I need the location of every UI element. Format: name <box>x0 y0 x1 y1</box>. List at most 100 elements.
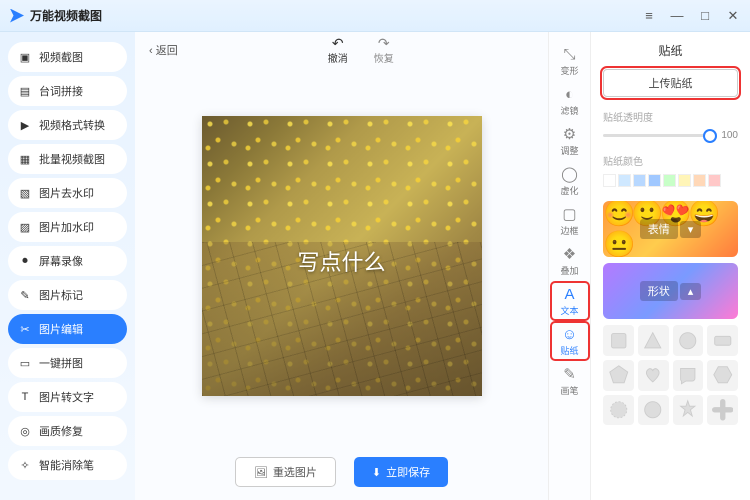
back-button[interactable]: ‹ 返回 <box>149 42 178 58</box>
shape-sticker[interactable] <box>707 325 738 356</box>
sidebar-item-2[interactable]: ▶ 视频格式转换 <box>8 110 127 140</box>
tool-icon: ◯ <box>561 167 578 182</box>
category-emoji[interactable]: 表情 ▾ <box>603 201 738 257</box>
tool-叠加[interactable]: ❖叠加 <box>551 242 589 280</box>
tool-label: 文本 <box>560 304 578 317</box>
shape-sticker[interactable] <box>638 395 669 426</box>
tool-边框[interactable]: ▢边框 <box>551 202 589 240</box>
shape-sticker[interactable] <box>638 325 669 356</box>
sidebar-item-label: 台词拼接 <box>39 83 83 99</box>
reselect-image-button[interactable]: 🖼 重选图片 <box>235 457 336 487</box>
color-swatch[interactable] <box>708 174 721 187</box>
minimize-icon[interactable]: — <box>670 8 684 24</box>
opacity-slider[interactable] <box>603 134 710 137</box>
tool-变形[interactable]: ⤡ 变形 <box>551 42 589 80</box>
category-shape[interactable]: 形状 ▴ <box>603 263 738 319</box>
color-swatch[interactable] <box>678 174 691 187</box>
sidebar: ▣视频截图 ▤ 台词拼接 ▶ 视频格式转换 ▦ 批量视频截图 ▧图片去水印 ▨ 图片加水印 ⏺ 屏幕录… <box>0 32 135 500</box>
sidebar-item-label: 视频格式转换 <box>39 117 105 133</box>
app-title: 万能视频截图 <box>30 7 102 24</box>
tool-strip: ⤡ 变形 ◐ 滤镜 ⚙调整 ◯ 虚化 ▢边框❖叠加 A 文本 ☺ 贴纸 ✎画笔 <box>548 32 590 500</box>
tool-调整[interactable]: ⚙调整 <box>551 122 589 160</box>
shape-sticker[interactable] <box>673 395 704 426</box>
tool-贴纸[interactable]: ☺ 贴纸 <box>551 322 589 360</box>
sidebar-icon: ✂ <box>18 322 32 336</box>
undo-button[interactable]: ↶撤消 <box>328 36 348 65</box>
sidebar-icon: ▦ <box>18 152 32 166</box>
titlebar: 万能视频截图 ≡ — □ ✕ <box>0 0 750 32</box>
sidebar-icon: ▤ <box>18 84 32 98</box>
color-swatch[interactable] <box>603 174 616 187</box>
shape-sticker[interactable] <box>707 395 738 426</box>
sidebar-item-label: 图片加水印 <box>39 219 94 235</box>
redo-button[interactable]: ↷恢复 <box>374 36 394 65</box>
upload-sticker-button[interactable]: 上传贴纸 <box>603 69 738 97</box>
color-swatch[interactable] <box>663 174 676 187</box>
sidebar-item-6[interactable]: ⏺ 屏幕录像 <box>8 246 127 276</box>
tool-虚化[interactable]: ◯ 虚化 <box>551 162 589 200</box>
sidebar-item-9[interactable]: ▭一键拼图 <box>8 348 127 378</box>
sidebar-item-5[interactable]: ▨ 图片加水印 <box>8 212 127 242</box>
tool-滤镜[interactable]: ◐ 滤镜 <box>551 82 589 120</box>
sidebar-item-label: 图片去水印 <box>39 185 94 201</box>
maximize-icon[interactable]: □ <box>698 8 712 24</box>
tool-icon: ☺ <box>562 327 577 342</box>
sidebar-item-10[interactable]: T 图片转文字 <box>8 382 127 412</box>
tool-label: 滤镜 <box>560 104 578 117</box>
tool-画笔[interactable]: ✎画笔 <box>551 362 589 400</box>
sidebar-item-12[interactable]: ✧智能消除笔 <box>8 450 127 480</box>
sidebar-icon: T <box>18 390 32 404</box>
shape-sticker[interactable] <box>673 360 704 391</box>
sidebar-item-label: 智能消除笔 <box>39 457 94 473</box>
sidebar-item-label: 图片转文字 <box>39 389 94 405</box>
panel-title: 贴纸 <box>603 42 738 59</box>
close-icon[interactable]: ✕ <box>726 8 740 24</box>
sidebar-item-7[interactable]: ✎图片标记 <box>8 280 127 310</box>
color-swatch[interactable] <box>633 174 646 187</box>
sidebar-item-label: 图片编辑 <box>39 321 83 337</box>
shape-sticker[interactable] <box>603 325 634 356</box>
color-swatch[interactable] <box>693 174 706 187</box>
tool-label: 贴纸 <box>560 344 578 357</box>
tool-文本[interactable]: A 文本 <box>551 282 589 320</box>
shape-sticker[interactable] <box>707 360 738 391</box>
sidebar-item-0[interactable]: ▣视频截图 <box>8 42 127 72</box>
sidebar-item-label: 画质修复 <box>39 423 83 439</box>
sidebar-icon: ⏺ <box>18 254 32 268</box>
shape-grid <box>603 325 738 425</box>
color-swatch[interactable] <box>648 174 661 187</box>
tool-label: 画笔 <box>560 384 578 397</box>
menu-icon[interactable]: ≡ <box>642 8 656 24</box>
sidebar-icon: ▭ <box>18 356 32 370</box>
tool-label: 边框 <box>560 224 578 237</box>
sidebar-item-label: 屏幕录像 <box>39 253 83 269</box>
sidebar-item-11[interactable]: ◎ 画质修复 <box>8 416 127 446</box>
sidebar-item-3[interactable]: ▦ 批量视频截图 <box>8 144 127 174</box>
sidebar-item-4[interactable]: ▧图片去水印 <box>8 178 127 208</box>
shape-sticker[interactable] <box>638 360 669 391</box>
editor-toolbar: ‹ 返回 ↶撤消 ↷恢复 <box>135 32 548 68</box>
tool-label: 叠加 <box>560 264 578 277</box>
tool-icon: ◐ <box>565 87 574 102</box>
sidebar-item-label: 批量视频截图 <box>39 151 105 167</box>
sidebar-item-label: 图片标记 <box>39 287 83 303</box>
sidebar-item-label: 视频截图 <box>39 49 83 65</box>
shape-sticker[interactable] <box>603 360 634 391</box>
tool-label: 变形 <box>560 64 578 77</box>
shape-sticker[interactable] <box>673 325 704 356</box>
image-canvas[interactable]: 写点什么 <box>202 116 482 396</box>
color-swatch[interactable] <box>618 174 631 187</box>
tool-label: 调整 <box>560 144 578 157</box>
tool-icon: A <box>564 287 574 302</box>
tool-icon: ⤡ <box>563 47 575 62</box>
tool-label: 虚化 <box>560 184 578 197</box>
text-overlay[interactable]: 写点什么 <box>202 245 482 277</box>
sidebar-item-1[interactable]: ▤ 台词拼接 <box>8 76 127 106</box>
shape-sticker[interactable] <box>603 395 634 426</box>
color-swatches <box>603 174 738 187</box>
sidebar-icon: ◎ <box>18 424 32 438</box>
sidebar-icon: ▶ <box>18 118 32 132</box>
sidebar-icon: ▨ <box>18 220 32 234</box>
save-button[interactable]: ⬇ 立即保存 <box>354 457 448 487</box>
sidebar-item-8[interactable]: ✂ 图片编辑 <box>8 314 127 344</box>
